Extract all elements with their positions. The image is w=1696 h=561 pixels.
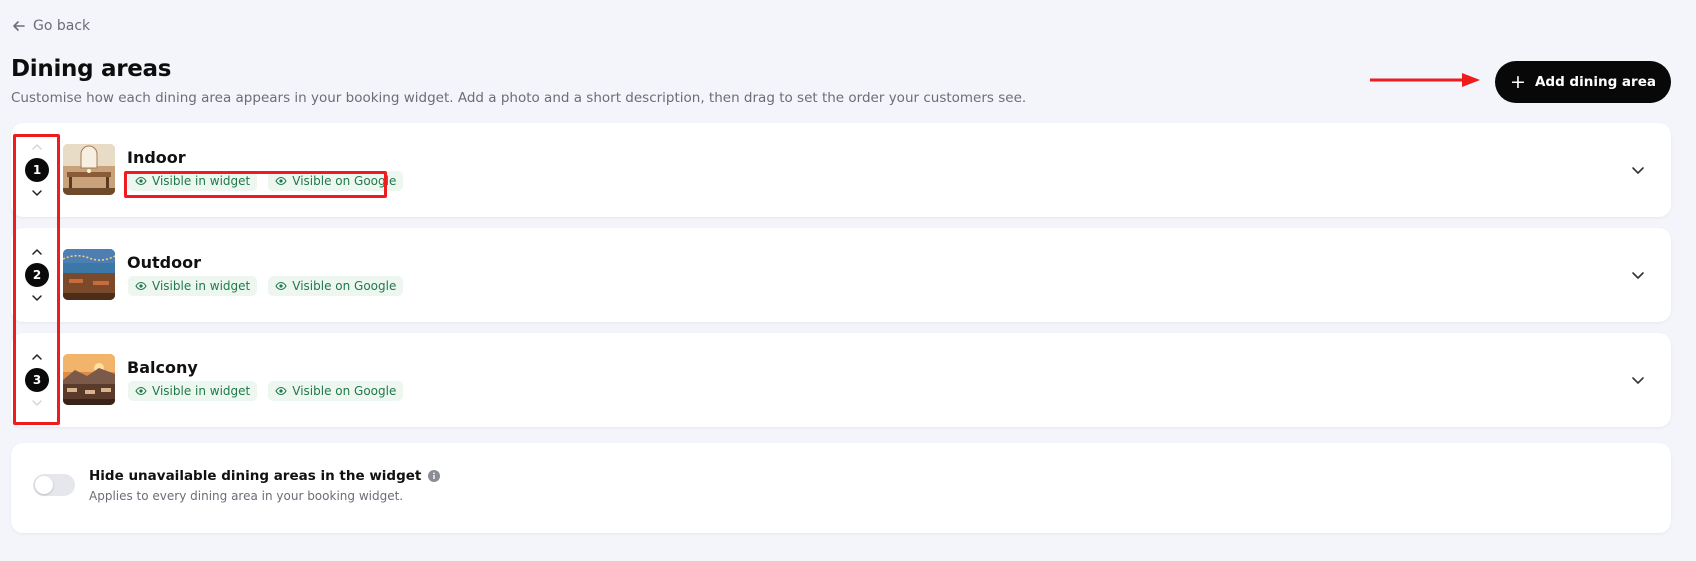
expand-area-button[interactable] bbox=[1627, 159, 1649, 181]
eye-icon bbox=[135, 281, 147, 291]
visibility-badges: Visible in widget Visible on Google bbox=[128, 276, 404, 296]
setting-title-label: Hide unavailable dining areas in the wid… bbox=[89, 468, 422, 484]
eye-icon bbox=[275, 281, 287, 291]
badge-visible-in-widget: Visible in widget bbox=[128, 276, 258, 296]
page-subtitle: Customise how each dining area appears i… bbox=[11, 90, 1027, 106]
visibility-badges: Visible in widget Visible on Google bbox=[128, 381, 404, 401]
dining-area-card-outdoor[interactable]: 2 Outdoor Visible in widget Visible on G… bbox=[11, 228, 1671, 322]
page-title: Dining areas bbox=[11, 56, 172, 82]
area-name: Outdoor bbox=[127, 253, 201, 272]
area-photo-indoor bbox=[63, 144, 115, 195]
badge-label: Visible in widget bbox=[152, 279, 251, 293]
info-icon[interactable] bbox=[428, 470, 441, 482]
dining-area-card-indoor[interactable]: 1 Indoor Visible in widget Visible on Go… bbox=[11, 123, 1671, 217]
dining-area-card-balcony[interactable]: 3 Balcony Visible in widget Visible on G… bbox=[11, 333, 1671, 427]
eye-icon bbox=[135, 386, 147, 396]
setting-description: Applies to every dining area in your boo… bbox=[89, 489, 404, 503]
arrow-left-icon bbox=[13, 21, 25, 31]
go-back-link[interactable]: Go back bbox=[11, 18, 90, 34]
badge-label: Visible on Google bbox=[292, 384, 397, 398]
badge-label: Visible on Google bbox=[292, 279, 397, 293]
badge-label: Visible in widget bbox=[152, 384, 251, 398]
add-dining-area-button[interactable]: + Add dining area bbox=[1495, 61, 1671, 103]
annotation-highlight-badges bbox=[124, 171, 387, 198]
toggle-knob bbox=[35, 476, 53, 494]
hide-unavailable-toggle[interactable] bbox=[33, 474, 75, 496]
add-dining-area-label: Add dining area bbox=[1534, 74, 1656, 90]
badge-visible-on-google: Visible on Google bbox=[268, 276, 404, 296]
eye-icon bbox=[275, 386, 287, 396]
expand-area-button[interactable] bbox=[1627, 264, 1649, 286]
go-back-label: Go back bbox=[33, 18, 91, 34]
chevron-down-icon bbox=[1632, 377, 1644, 384]
plus-icon: + bbox=[1510, 70, 1526, 93]
annotation-arrow bbox=[1370, 73, 1480, 87]
area-photo-balcony bbox=[63, 354, 115, 405]
chevron-down-icon bbox=[1632, 272, 1644, 279]
badge-visible-in-widget: Visible in widget bbox=[128, 381, 258, 401]
area-photo-outdoor bbox=[63, 249, 115, 300]
badge-visible-on-google: Visible on Google bbox=[268, 381, 404, 401]
area-name: Balcony bbox=[127, 358, 198, 377]
area-name: Indoor bbox=[127, 148, 186, 167]
chevron-down-icon bbox=[1632, 167, 1644, 174]
setting-title: Hide unavailable dining areas in the wid… bbox=[89, 468, 441, 484]
hide-unavailable-setting-card: Hide unavailable dining areas in the wid… bbox=[11, 443, 1671, 533]
annotation-highlight-reorder bbox=[13, 134, 60, 425]
expand-area-button[interactable] bbox=[1627, 369, 1649, 391]
